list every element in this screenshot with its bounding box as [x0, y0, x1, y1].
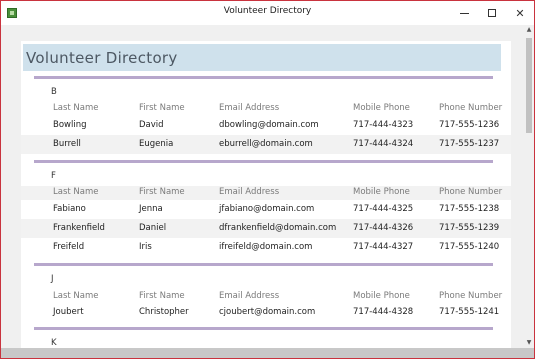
col-phone-number: Phone Number: [439, 291, 503, 301]
minimize-icon: [459, 12, 469, 14]
mobile-phone-cell: 717-444-4327: [353, 242, 414, 252]
col-mobile-phone: Mobile Phone: [353, 187, 410, 197]
email-cell: ifreifeld@domain.com: [219, 242, 313, 252]
last-name-cell: Freifeld: [53, 242, 85, 252]
horizontal-scrollbar[interactable]: [1, 348, 534, 358]
phone-number-cell: 717-555-1241: [439, 307, 500, 317]
phone-number-cell: 717-555-1240: [439, 242, 500, 252]
table-row[interactable]: Joubert Christopher cjoubert@domain.com …: [21, 303, 511, 322]
mobile-phone-cell: 717-444-4326: [353, 223, 414, 233]
last-name-cell: Bowling: [53, 120, 87, 130]
group-header-k: K: [51, 338, 57, 348]
first-name-cell: Eugenia: [139, 139, 174, 149]
mobile-phone-cell: 717-444-4324: [353, 139, 414, 149]
col-phone-number: Phone Number: [439, 103, 503, 113]
mobile-phone-cell: 717-444-4325: [353, 204, 414, 214]
close-icon: ✕: [515, 6, 525, 20]
table-row[interactable]: Burrell Eugenia eburrell@domain.com 717-…: [21, 135, 511, 154]
mobile-phone-cell: 717-444-4328: [353, 307, 414, 317]
table-row[interactable]: Bowling David dbowling@domain.com 717-44…: [21, 116, 511, 135]
report-view: Volunteer Directory B Last Name First Na…: [1, 25, 524, 348]
vertical-scrollbar[interactable]: ▲ ▼: [524, 25, 534, 348]
phone-number-cell: 717-555-1238: [439, 204, 500, 214]
first-name-cell: David: [139, 120, 164, 130]
last-name-cell: Joubert: [53, 307, 84, 317]
col-first-name: First Name: [139, 103, 185, 113]
maximize-icon: [488, 9, 496, 17]
table-row[interactable]: Fabiano Jenna jfabiano@domain.com 717-44…: [21, 200, 511, 219]
report-page: Volunteer Directory B Last Name First Na…: [21, 41, 511, 348]
group-header-j: J: [51, 274, 54, 284]
col-phone-number: Phone Number: [439, 187, 503, 197]
app-window: Volunteer Directory ✕ Volunteer Director…: [0, 0, 535, 359]
group-divider: [34, 263, 493, 266]
group-header-b: B: [51, 87, 57, 97]
first-name-cell: Iris: [139, 242, 152, 252]
col-email: Email Address: [219, 187, 280, 197]
column-header-row: Last Name First Name Email Address Mobil…: [21, 186, 511, 200]
col-last-name: Last Name: [53, 291, 99, 301]
email-cell: dfrankenfield@domain.com: [219, 223, 337, 233]
maximize-button[interactable]: [477, 1, 507, 25]
mobile-phone-cell: 717-444-4323: [353, 120, 414, 130]
col-email: Email Address: [219, 291, 280, 301]
email-cell: cjoubert@domain.com: [219, 307, 316, 317]
phone-number-cell: 717-555-1236: [439, 120, 500, 130]
last-name-cell: Burrell: [53, 139, 81, 149]
col-first-name: First Name: [139, 291, 185, 301]
first-name-cell: Christopher: [139, 307, 189, 317]
last-name-cell: Fabiano: [53, 204, 86, 214]
col-last-name: Last Name: [53, 103, 99, 113]
group-header-f: F: [51, 171, 56, 181]
col-mobile-phone: Mobile Phone: [353, 103, 410, 113]
title-bar[interactable]: Volunteer Directory ✕: [1, 1, 534, 25]
email-cell: jfabiano@domain.com: [219, 204, 315, 214]
phone-number-cell: 717-555-1239: [439, 223, 500, 233]
scrollbar-thumb[interactable]: [526, 38, 532, 133]
first-name-cell: Jenna: [139, 204, 163, 214]
last-name-cell: Frankenfield: [53, 223, 105, 233]
col-first-name: First Name: [139, 187, 185, 197]
table-row[interactable]: Freifeld Iris ifreifeld@domain.com 717-4…: [21, 238, 511, 257]
group-divider: [34, 76, 493, 79]
report-title: Volunteer Directory: [26, 49, 178, 67]
first-name-cell: Daniel: [139, 223, 167, 233]
column-header-row: Last Name First Name Email Address Mobil…: [21, 290, 511, 304]
report-header: Volunteer Directory: [23, 44, 501, 71]
col-last-name: Last Name: [53, 187, 99, 197]
group-divider: [34, 327, 493, 330]
scroll-down-arrow-icon[interactable]: ▼: [524, 338, 534, 348]
minimize-button[interactable]: [449, 1, 479, 25]
table-row[interactable]: Frankenfield Daniel dfrankenfield@domain…: [21, 219, 511, 238]
close-button[interactable]: ✕: [505, 1, 534, 25]
scroll-up-arrow-icon[interactable]: ▲: [524, 25, 534, 35]
col-email: Email Address: [219, 103, 280, 113]
col-mobile-phone: Mobile Phone: [353, 291, 410, 301]
email-cell: dbowling@domain.com: [219, 120, 319, 130]
column-header-row: Last Name First Name Email Address Mobil…: [21, 102, 511, 116]
group-divider: [34, 160, 493, 163]
email-cell: eburrell@domain.com: [219, 139, 313, 149]
phone-number-cell: 717-555-1237: [439, 139, 500, 149]
